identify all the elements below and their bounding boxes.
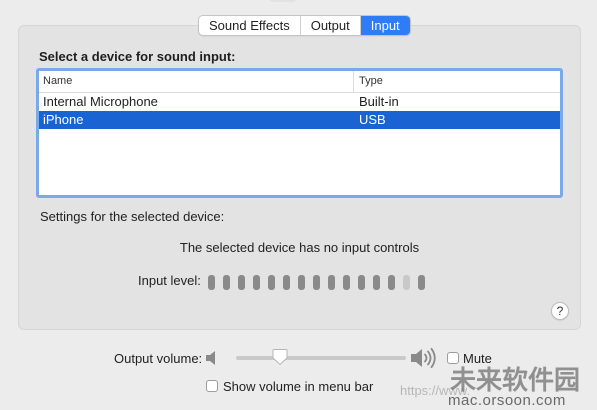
input-level-segment [418, 275, 425, 290]
help-button[interactable]: ? [551, 302, 569, 320]
input-level-segment [253, 275, 260, 290]
tab-output[interactable]: Output [301, 16, 361, 35]
input-panel: Select a device for sound input: Name Ty… [18, 25, 581, 330]
input-level-segment [358, 275, 365, 290]
input-level-segment [328, 275, 335, 290]
input-level-segment [388, 275, 395, 290]
tab-sound-effects[interactable]: Sound Effects [199, 16, 301, 35]
input-level-segment [298, 275, 305, 290]
output-volume-slider[interactable] [236, 356, 406, 360]
device-type-cell: Built-in [359, 94, 399, 109]
show-volume-label[interactable]: Show volume in menu bar [223, 379, 373, 394]
speaker-high-icon [411, 347, 436, 369]
input-level-segment [268, 275, 275, 290]
column-header-type[interactable]: Type [354, 71, 560, 92]
section-title: Select a device for sound input: [39, 49, 236, 64]
device-name-cell: iPhone [43, 112, 84, 127]
device-name-cell: Internal Microphone [43, 94, 158, 109]
input-level-segment [403, 275, 410, 290]
window-top-notch [268, 0, 298, 2]
table-header: Name Type [39, 71, 560, 93]
device-type-cell: USB [359, 112, 386, 127]
watermark-url: mac.orsoon.com [448, 392, 566, 409]
input-level-segment [343, 275, 350, 290]
volume-slider-thumb[interactable] [272, 348, 288, 366]
table-row-selected[interactable]: iPhone USB [39, 111, 560, 129]
input-level-segment [208, 275, 215, 290]
column-header-name[interactable]: Name [39, 71, 354, 92]
speaker-low-icon [206, 351, 215, 365]
input-level-meter [208, 275, 425, 290]
sound-tabs: Sound Effects Output Input [198, 15, 411, 36]
no-controls-message: The selected device has no input control… [179, 240, 420, 255]
output-volume-label: Output volume: [114, 351, 203, 366]
tab-input[interactable]: Input [360, 16, 410, 35]
input-level-segment [313, 275, 320, 290]
input-level-segment [223, 275, 230, 290]
input-level-segment [238, 275, 245, 290]
input-level-segment [283, 275, 290, 290]
show-volume-checkbox[interactable] [206, 380, 218, 392]
table-row[interactable]: Internal Microphone Built-in [39, 93, 560, 111]
input-level-segment [373, 275, 380, 290]
settings-label: Settings for the selected device: [40, 209, 225, 224]
input-level-label: Input level: [138, 273, 201, 288]
input-device-table[interactable]: Name Type Internal Microphone Built-in i… [36, 68, 563, 198]
